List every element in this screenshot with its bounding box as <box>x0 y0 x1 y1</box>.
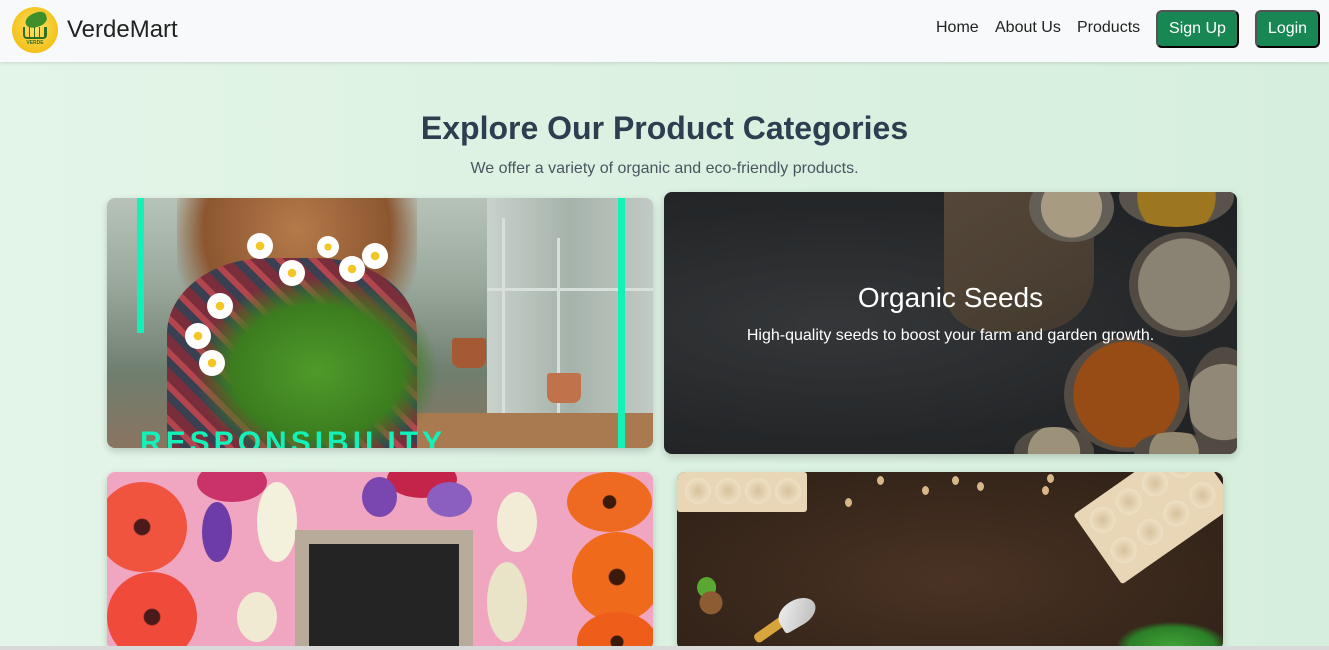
card-title: Organic Seeds <box>857 282 1044 313</box>
page-bottom-edge <box>0 646 1329 650</box>
chalkboard <box>295 530 473 650</box>
greenhouse-background <box>487 198 653 448</box>
category-card-flowers[interactable] <box>107 472 653 650</box>
navbar: VERDE VerdeMart Home About Us Products S… <box>0 0 1329 62</box>
accent-bar-left <box>137 198 144 333</box>
section-subtitle: We offer a variety of organic and eco-fr… <box>470 160 859 177</box>
sign-up-button[interactable]: Sign Up <box>1156 10 1239 48</box>
card-overlay <box>664 192 1237 454</box>
card-overlay-text: RESPONSIBILITY <box>140 426 447 449</box>
verdemart-logo-icon[interactable]: VERDE <box>12 7 58 53</box>
seedling <box>689 572 733 616</box>
category-card-soil[interactable] <box>677 472 1223 650</box>
section-title: Explore Our Product Categories <box>420 110 909 146</box>
brand[interactable]: VERDE VerdeMart <box>12 7 178 53</box>
green-plant <box>197 278 437 448</box>
login-button[interactable]: Login <box>1255 10 1320 48</box>
brand-name[interactable]: VerdeMart <box>67 16 178 44</box>
nav-link-home[interactable]: Home <box>936 19 979 37</box>
nav-link-about-us[interactable]: About Us <box>995 19 1061 37</box>
accent-bar-right <box>618 198 625 448</box>
logo-text: VERDE <box>26 40 44 46</box>
nav-link-products[interactable]: Products <box>1077 19 1140 37</box>
card-description: High-quality seeds to boost your farm an… <box>746 327 1155 344</box>
category-card-greenhouse[interactable]: RESPONSIBILITY <box>107 198 653 448</box>
category-card-organic-seeds[interactable]: Organic Seeds High-quality seeds to boos… <box>664 192 1237 454</box>
